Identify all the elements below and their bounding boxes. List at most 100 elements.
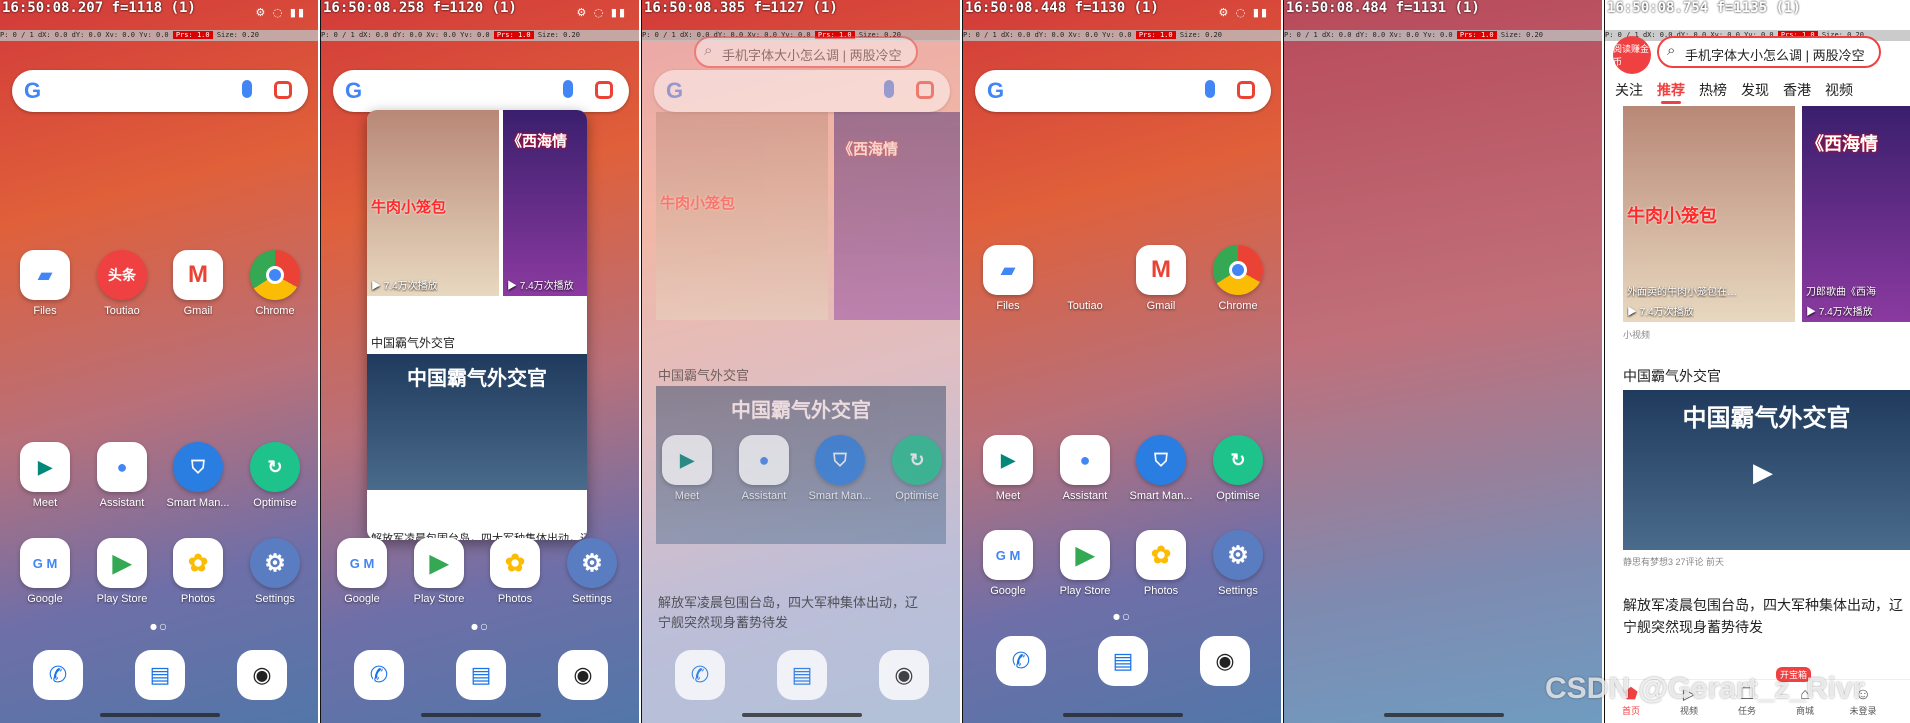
app-meet[interactable]: ▶ Meet [972, 435, 1044, 502]
app-gmail[interactable]: M Gmail [1125, 245, 1197, 312]
app-settings[interactable]: ⚙ Settings [239, 538, 311, 605]
app-optimise[interactable]: ↻ Optimise [881, 435, 953, 502]
app-meet[interactable]: ▶ Meet [9, 442, 81, 509]
page-indicator: ● ○ [150, 622, 167, 631]
video-thumb[interactable]: 中国霸气外交官 [367, 354, 587, 490]
coin-reward-icon[interactable]: 阅读赚金币 [1613, 36, 1651, 74]
mic-icon[interactable] [242, 80, 252, 98]
messages-icon[interactable]: ▤ [777, 650, 827, 700]
tab-hongkong[interactable]: 香港 [1783, 82, 1811, 98]
video-thumb: 牛肉小笼包 [656, 112, 828, 320]
app-photos[interactable]: ✿ Photos [479, 538, 551, 605]
app-play-store[interactable]: ▶ Play Store [1049, 530, 1121, 597]
lens-icon[interactable] [274, 81, 292, 99]
messages-icon[interactable]: ▤ [456, 650, 506, 700]
mic-icon[interactable] [563, 80, 573, 98]
google-search-bar[interactable]: G [975, 70, 1271, 112]
play-store-icon: ▶ [97, 538, 147, 588]
home-indicator[interactable] [421, 713, 541, 717]
article-title[interactable]: 解放军凌晨包围台岛，四大军种集体出动，辽 [1623, 595, 1903, 615]
mic-icon[interactable] [884, 80, 894, 98]
app-assistant[interactable]: ● Assistant [86, 442, 158, 509]
meet-icon: ▶ [983, 435, 1033, 485]
phone-icon[interactable]: ✆ [675, 650, 725, 700]
camera-icon[interactable]: ◉ [879, 650, 929, 700]
section-tag: 小视频 [1623, 330, 1651, 340]
news-search-input[interactable]: 手机字体大小怎么调 | 两股冷空 [1657, 36, 1881, 68]
article-title[interactable]: 宁舰突然现身蓄势待发 [1623, 617, 1763, 637]
app-optimise[interactable]: ↻ Optimise [1202, 435, 1274, 502]
touch-debug-bar: P: 0 / 1 dX: 0.0 dY: 0.0 Xv: 0.0 Yv: 0.0… [321, 30, 639, 41]
frame-1: 16:50:08.207 f=1118 (1) ⚙ ◌ ▮▮ P: 0 / 1 … [0, 0, 320, 723]
home-indicator[interactable] [100, 713, 220, 717]
app-optimise[interactable]: ↻ Optimise [239, 442, 311, 509]
app-smart-manager[interactable]: ⛉ Smart Man... [804, 435, 876, 502]
play-store-icon: ▶ [1060, 530, 1110, 580]
app-assistant[interactable]: ● Assistant [1049, 435, 1121, 502]
app-assistant[interactable]: ● Assistant [728, 435, 800, 502]
frame-timestamp: 16:50:08.754 f=1135 (1) [1607, 0, 1801, 16]
files-icon: ▰ [20, 250, 70, 300]
tab-recommended[interactable]: 推荐 [1657, 82, 1685, 98]
video-thumb[interactable]: 牛肉小笼包 ▶ 7.4万次播放 [367, 110, 499, 296]
app-toutiao[interactable]: Toutiao [1049, 245, 1121, 312]
app-photos[interactable]: ✿ Photos [1125, 530, 1197, 597]
app-files[interactable]: ▰ Files [972, 245, 1044, 312]
tab-discover[interactable]: 发现 [1741, 82, 1769, 98]
app-chrome[interactable]: Chrome [1202, 245, 1274, 312]
touch-debug-bar: P: 0 / 1 dX: 0.0 dY: 0.0 Xv: 0.0 Yv: 0.0… [1284, 30, 1602, 41]
messages-icon[interactable]: ▤ [135, 650, 185, 700]
google-search-bar[interactable]: G [12, 70, 308, 112]
video-card-2[interactable]: 《西海情 刀郎歌曲《西海 ▶ 7.4万次播放 [1802, 106, 1910, 322]
app-google[interactable]: G M Google [326, 538, 398, 605]
lens-icon[interactable] [595, 81, 613, 99]
google-search-bar[interactable]: G [654, 70, 950, 112]
photos-icon: ✿ [173, 538, 223, 588]
tab-hot[interactable]: 热榜 [1699, 82, 1727, 98]
phone-icon[interactable]: ✆ [354, 650, 404, 700]
frame-5: 16:50:08.484 f=1131 (1) P: 0 / 1 dX: 0.0… [1284, 0, 1604, 723]
camera-icon[interactable]: ◉ [1200, 636, 1250, 686]
assistant-icon: ● [97, 442, 147, 492]
app-smart-manager[interactable]: ⛉ Smart Man... [1125, 435, 1197, 502]
category-tabs: 关注 推荐 热榜 发现 香港 视频 [1615, 80, 1867, 100]
article-title[interactable]: 中国霸气外交官 [1623, 366, 1721, 386]
google-folder-icon: G M [983, 530, 1033, 580]
home-indicator[interactable] [1063, 713, 1183, 717]
app-settings[interactable]: ⚙ Settings [1202, 530, 1274, 597]
camera-icon[interactable]: ◉ [237, 650, 287, 700]
tab-video[interactable]: 视频 [1825, 82, 1853, 98]
app-gmail[interactable]: M Gmail [162, 250, 234, 317]
phone-icon[interactable]: ✆ [996, 636, 1046, 686]
app-settings[interactable]: ⚙ Settings [556, 538, 628, 605]
lens-icon[interactable] [1237, 81, 1255, 99]
app-files[interactable]: ▰ Files [9, 250, 81, 317]
phone-icon[interactable]: ✆ [33, 650, 83, 700]
video-card-1[interactable]: 牛肉小笼包 外面卖的牛肉小笼包在… ▶ 7.4万次播放 [1623, 106, 1795, 322]
app-chrome[interactable]: Chrome [239, 250, 311, 317]
app-toutiao[interactable]: 头条 Toutiao [86, 250, 158, 317]
home-indicator[interactable] [1384, 713, 1504, 717]
tab-following[interactable]: 关注 [1615, 82, 1643, 98]
camera-icon[interactable]: ◉ [558, 650, 608, 700]
google-search-bar[interactable]: G [333, 70, 629, 112]
app-google[interactable]: G M Google [9, 538, 81, 605]
app-play-store[interactable]: ▶ Play Store [403, 538, 475, 605]
chrome-icon [250, 250, 300, 300]
app-google[interactable]: G M Google [972, 530, 1044, 597]
video-card-3[interactable]: 中国霸气外交官 ▶ [1623, 390, 1910, 550]
app-photos[interactable]: ✿ Photos [162, 538, 234, 605]
video-thumb[interactable]: 《西海情 ▶ 7.4万次播放 [503, 110, 587, 296]
touch-debug-bar: P: 0 / 1 dX: 0.0 dY: 0.0 Xv: 0.0 Yv: 0.0… [963, 30, 1281, 41]
app-play-store[interactable]: ▶ Play Store [86, 538, 158, 605]
frame-3: 16:50:08.385 f=1127 (1) P: 0 / 1 dX: 0.0… [642, 0, 962, 723]
gear-icon: ⚙ [567, 538, 617, 588]
app-smart-manager[interactable]: ⛉ Smart Man... [162, 442, 234, 509]
lens-icon[interactable] [916, 81, 934, 99]
app-meet[interactable]: ▶ Meet [651, 435, 723, 502]
mic-icon[interactable] [1205, 80, 1215, 98]
toutiao-icon: 头条 [97, 250, 147, 300]
optimise-icon: ↻ [250, 442, 300, 492]
messages-icon[interactable]: ▤ [1098, 636, 1148, 686]
home-indicator[interactable] [742, 713, 862, 717]
